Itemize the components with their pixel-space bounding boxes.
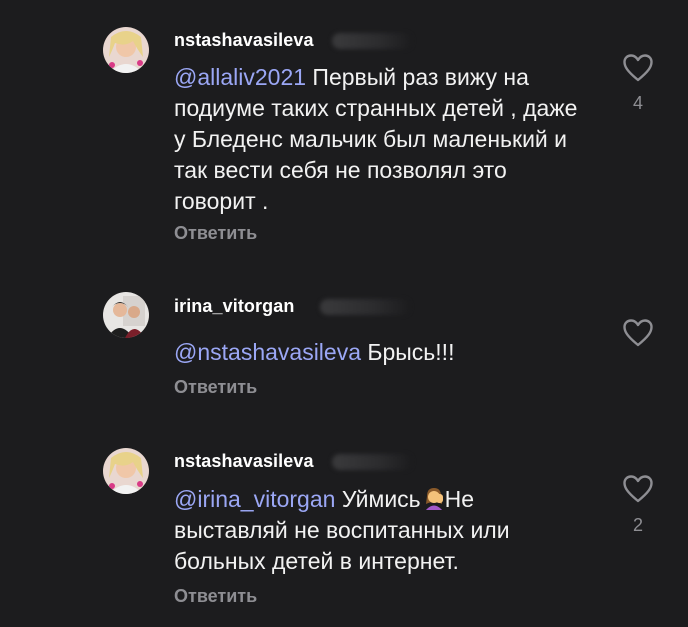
- like-button[interactable]: [622, 474, 654, 504]
- comment-item: nstashavasileva @irina_vitorgan Уймись Не…: [0, 0, 688, 627]
- like-count: 2: [632, 515, 643, 535]
- comment-timestamp: [332, 454, 412, 470]
- comment-text: @irina_vitorgan Уймись Не выставляй не во…: [174, 484, 594, 577]
- reply-button[interactable]: Ответить: [174, 586, 257, 607]
- heart-outline-icon: [623, 475, 653, 503]
- avatar[interactable]: [103, 448, 149, 494]
- comment-username[interactable]: nstashavasileva: [174, 451, 314, 472]
- comment-body: Уймись: [335, 486, 421, 512]
- woman-facepalming-emoji-icon: [423, 486, 445, 510]
- mention-link[interactable]: @irina_vitorgan: [174, 486, 335, 512]
